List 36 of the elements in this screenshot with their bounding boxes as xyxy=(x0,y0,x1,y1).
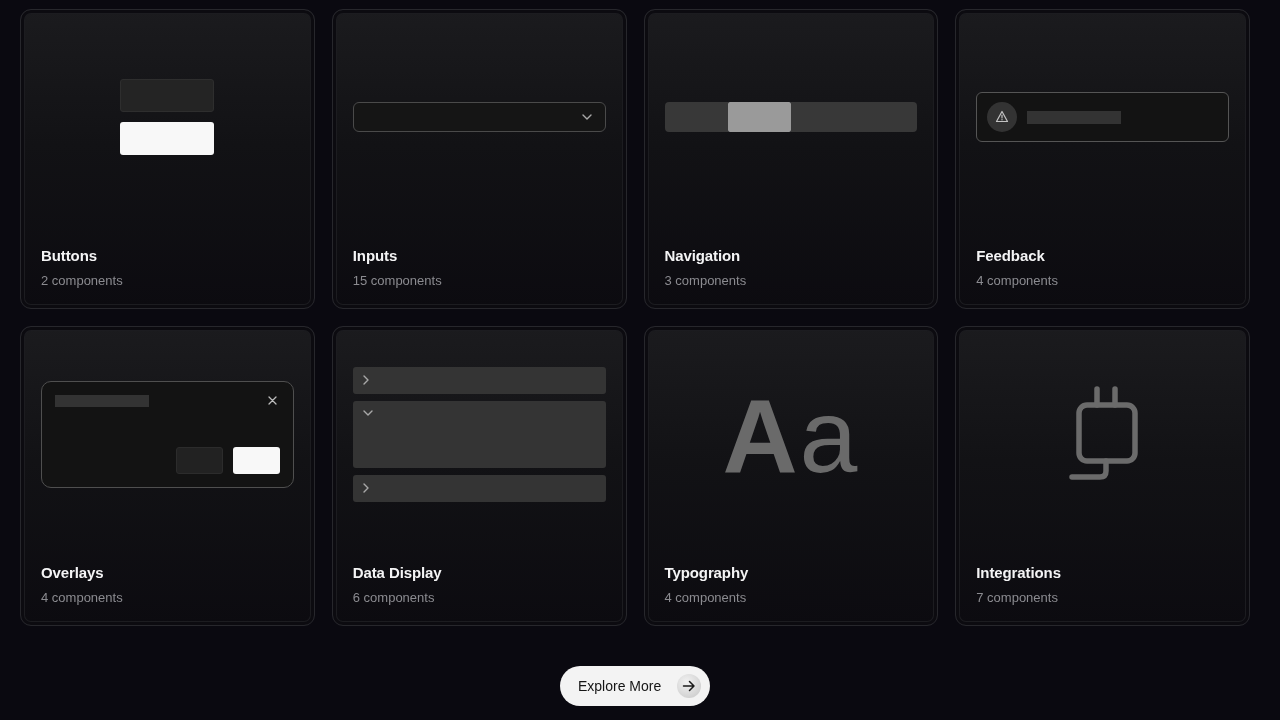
chevron-right-icon xyxy=(362,374,369,385)
chevron-right-icon xyxy=(362,482,369,493)
component-count: 4 components xyxy=(41,589,124,607)
category-card[interactable]: Overlays 4 components xyxy=(20,326,315,626)
category-title: Data Display xyxy=(352,563,443,583)
category-title: Navigation xyxy=(664,246,742,266)
arrow-right-icon xyxy=(677,674,702,698)
component-count: 4 components xyxy=(976,272,1059,290)
close-icon xyxy=(267,395,277,405)
plug-icon xyxy=(1066,385,1139,483)
type-sample: Aa xyxy=(722,384,860,488)
component-count: 7 components xyxy=(976,589,1059,607)
category-card[interactable]: Integrations 7 components xyxy=(955,326,1250,626)
category-card[interactable]: Buttons 2 components xyxy=(20,9,315,309)
primary-button-mockup xyxy=(232,446,280,474)
category-card[interactable]: Feedback 4 components xyxy=(955,9,1250,309)
category-title: Feedback xyxy=(976,246,1046,266)
component-count: 2 components xyxy=(41,272,124,290)
category-title: Integrations xyxy=(976,563,1062,583)
component-count: 4 components xyxy=(664,589,748,607)
category-title: Buttons xyxy=(41,246,98,266)
component-count: 15 components xyxy=(352,272,443,290)
category-title: Typography xyxy=(664,563,750,583)
category-title: Inputs xyxy=(352,246,399,266)
category-card[interactable]: Aa Typography 4 components xyxy=(643,326,939,626)
chevron-down-icon xyxy=(362,409,373,416)
chevron-down-icon xyxy=(581,114,592,120)
category-card[interactable]: Inputs 15 components xyxy=(331,9,627,309)
category-card[interactable]: Data Display 6 components xyxy=(331,326,627,626)
category-title: Overlays xyxy=(41,563,105,583)
explore-more-button[interactable]: Explore More xyxy=(560,666,710,706)
warning-icon xyxy=(987,102,1018,132)
secondary-button-mockup xyxy=(175,446,223,474)
component-count: 6 components xyxy=(352,589,436,607)
category-card[interactable]: Navigation 3 components xyxy=(643,9,939,309)
component-count: 3 components xyxy=(664,272,748,290)
